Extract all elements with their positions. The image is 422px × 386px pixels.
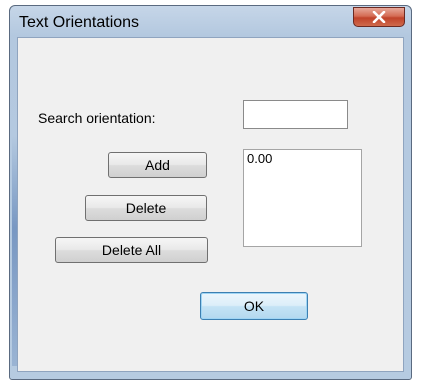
- close-button[interactable]: [353, 7, 405, 27]
- delete-all-button[interactable]: Delete All: [55, 237, 208, 263]
- close-icon: [372, 11, 386, 23]
- dialog-window: Text Orientations Search orientation: 0.…: [9, 5, 412, 380]
- orientation-list[interactable]: 0.00: [243, 149, 362, 247]
- orientation-list-item[interactable]: 0.00: [247, 151, 358, 166]
- search-orientation-label: Search orientation:: [38, 110, 156, 126]
- dialog-client-area: Search orientation: 0.00 Add Delete Dele…: [17, 37, 404, 372]
- add-button[interactable]: Add: [108, 152, 207, 178]
- ok-button[interactable]: OK: [200, 292, 308, 320]
- search-orientation-input[interactable]: [243, 100, 348, 129]
- title-bar[interactable]: Text Orientations: [10, 6, 411, 38]
- delete-button[interactable]: Delete: [85, 195, 207, 221]
- window-title: Text Orientations: [19, 14, 140, 31]
